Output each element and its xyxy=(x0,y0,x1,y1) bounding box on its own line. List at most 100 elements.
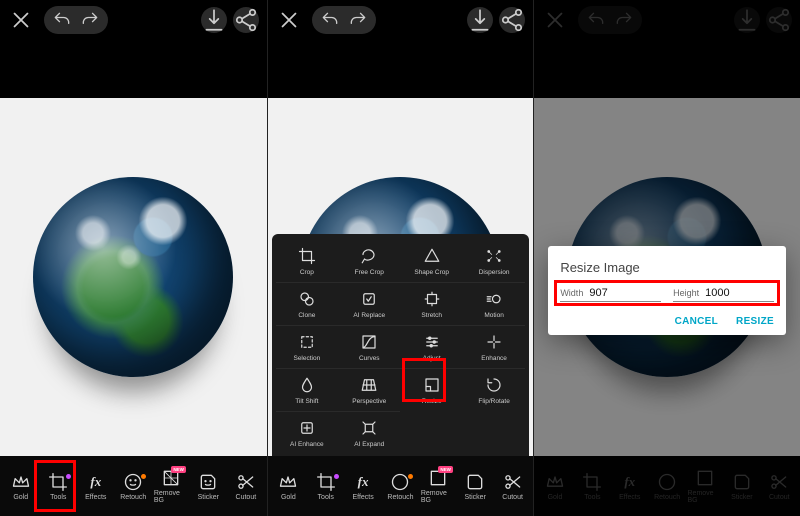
tool-curves[interactable]: Curves xyxy=(338,325,400,368)
tool-label: Selection xyxy=(293,355,320,362)
undo-redo-pill xyxy=(44,6,108,34)
height-value: 1000 xyxy=(705,287,729,299)
shape-icon xyxy=(423,246,441,266)
tool-label: Adjust xyxy=(423,355,441,362)
nav-tools[interactable]: Tools xyxy=(309,472,343,501)
width-field[interactable]: Width 907 xyxy=(560,285,661,302)
crown-icon xyxy=(278,472,298,492)
nav-effects[interactable]: fxEffects xyxy=(346,472,380,501)
sparkle-icon xyxy=(485,332,503,352)
tool-crop[interactable]: Crop xyxy=(276,240,338,282)
nav-label: Retouch xyxy=(120,494,146,501)
bottom-nav: Gold Tools fxEffects Retouch NEWRemove B… xyxy=(268,456,534,516)
nav-cutout[interactable]: Cutout xyxy=(496,472,530,501)
tool-tiltshift[interactable]: Tilt Shift xyxy=(276,368,338,411)
nav-cutout[interactable]: Cutout xyxy=(229,472,263,501)
height-field[interactable]: Height 1000 xyxy=(673,285,774,302)
new-badge: NEW xyxy=(438,466,453,473)
motion-icon xyxy=(485,289,503,309)
earth-image xyxy=(33,177,233,377)
tool-resize[interactable]: Resize xyxy=(400,368,462,411)
tool-aienhance[interactable]: AI Enhance xyxy=(276,411,338,454)
nav-label: Sticker xyxy=(198,494,219,501)
crop-icon xyxy=(298,246,316,266)
crown-icon xyxy=(11,472,31,492)
tool-enhance[interactable]: Enhance xyxy=(463,325,525,368)
tool-label: Crop xyxy=(300,269,314,276)
tool-clone[interactable]: Clone xyxy=(276,282,338,325)
tool-selection[interactable]: Selection xyxy=(276,325,338,368)
tool-label: Curves xyxy=(359,355,380,362)
nav-tools[interactable]: Tools xyxy=(41,472,75,501)
tool-label: Stretch xyxy=(421,312,442,319)
tool-label: Resize xyxy=(422,398,442,405)
nav-label: Sticker xyxy=(465,494,486,501)
close-icon[interactable] xyxy=(8,7,34,33)
share-icon[interactable] xyxy=(233,7,259,33)
nav-removebg[interactable]: NEWRemove BG xyxy=(154,468,188,504)
editor-topbar xyxy=(0,0,267,40)
tool-aiexpand[interactable]: AI Expand xyxy=(338,411,400,454)
nav-sticker[interactable]: Sticker xyxy=(191,472,225,501)
tool-fliprotate[interactable]: Flip/Rotate xyxy=(463,368,525,411)
nav-sticker[interactable]: Sticker xyxy=(458,472,492,501)
resize-button[interactable]: RESIZE xyxy=(736,316,774,327)
cancel-button[interactable]: CANCEL xyxy=(675,316,718,327)
tool-label: Free Crop xyxy=(355,269,384,276)
height-label: Height xyxy=(673,288,699,298)
nav-retouch[interactable]: Retouch xyxy=(383,472,417,501)
nav-label: Retouch xyxy=(387,494,413,501)
sticker-icon xyxy=(198,472,218,492)
tool-label: Clone xyxy=(298,312,315,319)
close-icon[interactable] xyxy=(276,7,302,33)
tool-adjust[interactable]: Adjust xyxy=(400,325,462,368)
stretch-icon xyxy=(423,289,441,309)
tool-dispersion[interactable]: Dispersion xyxy=(463,240,525,282)
tool-stretch[interactable]: Stretch xyxy=(400,282,462,325)
dialog-title: Resize Image xyxy=(560,260,774,275)
ai-enhance-icon xyxy=(298,418,316,438)
tool-label: AI Expand xyxy=(354,441,384,448)
tool-label: Flip/Rotate xyxy=(478,398,509,405)
share-icon[interactable] xyxy=(499,7,525,33)
tool-label: Shape Crop xyxy=(414,269,449,276)
nav-label: Effects xyxy=(85,494,106,501)
tool-aireplace[interactable]: AI Replace xyxy=(338,282,400,325)
lasso-icon xyxy=(360,246,378,266)
tool-label: AI Replace xyxy=(353,312,385,319)
tools-popup: Crop Free Crop Shape Crop Dispersion Clo… xyxy=(272,234,530,456)
nav-label: Cutout xyxy=(502,494,523,501)
download-icon[interactable] xyxy=(201,7,227,33)
undo-icon[interactable] xyxy=(320,10,340,30)
redo-icon[interactable] xyxy=(348,10,368,30)
nav-gold[interactable]: Gold xyxy=(4,472,38,501)
tool-label: Motion xyxy=(484,312,504,319)
notification-dot xyxy=(334,474,339,479)
selection-icon xyxy=(298,332,316,352)
resize-icon xyxy=(423,375,441,395)
new-badge: NEW xyxy=(171,466,186,473)
tool-shapecrop[interactable]: Shape Crop xyxy=(400,240,462,282)
editor-canvas[interactable] xyxy=(0,98,267,456)
nav-effects[interactable]: fx Effects xyxy=(79,472,113,501)
redo-icon[interactable] xyxy=(80,10,100,30)
magic-icon xyxy=(360,289,378,309)
editor-topbar xyxy=(268,0,534,40)
nav-removebg[interactable]: NEWRemove BG xyxy=(421,468,455,504)
nav-gold[interactable]: Gold xyxy=(271,472,305,501)
undo-icon[interactable] xyxy=(52,10,72,30)
tool-perspective[interactable]: Perspective xyxy=(338,368,400,411)
fx-icon: fx xyxy=(353,472,373,492)
sliders-icon xyxy=(423,332,441,352)
rotate-icon xyxy=(485,375,503,395)
nav-retouch[interactable]: Retouch xyxy=(116,472,150,501)
notification-dot xyxy=(408,474,413,479)
notification-dot xyxy=(141,474,146,479)
tool-label: Enhance xyxy=(481,355,507,362)
tool-motion[interactable]: Motion xyxy=(463,282,525,325)
tool-freecrop[interactable]: Free Crop xyxy=(338,240,400,282)
download-icon[interactable] xyxy=(467,7,493,33)
scissors-icon xyxy=(236,472,256,492)
fx-icon: fx xyxy=(86,472,106,492)
drop-icon xyxy=(298,375,316,395)
